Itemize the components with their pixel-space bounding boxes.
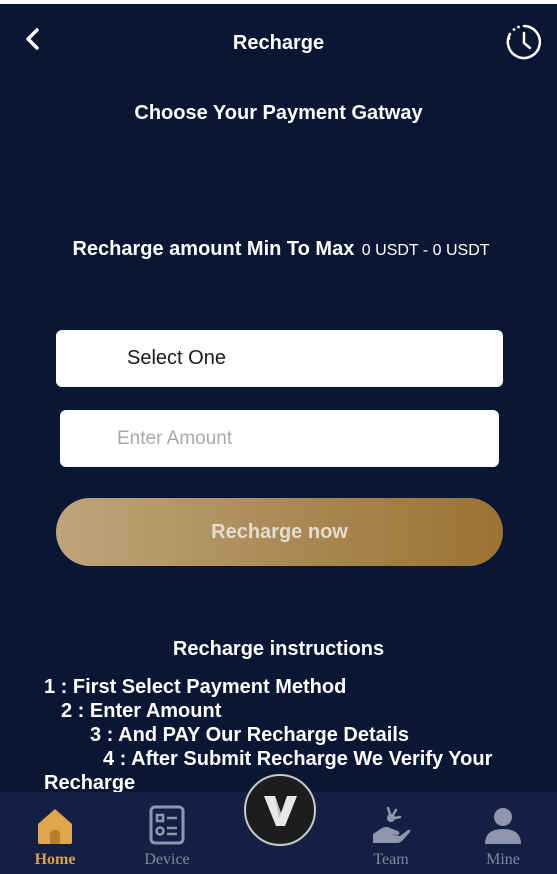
user-icon bbox=[482, 804, 524, 846]
home-icon bbox=[34, 804, 76, 846]
history-button[interactable] bbox=[504, 22, 544, 62]
nav-label: Home bbox=[34, 851, 76, 868]
history-clock-icon bbox=[506, 24, 542, 60]
gateway-heading: Choose Your Payment Gatway bbox=[134, 102, 423, 124]
instruction-step: 1 : First Select Payment Method bbox=[44, 676, 347, 698]
nav-label: Mine bbox=[486, 851, 520, 868]
nav-item-device[interactable]: Device bbox=[117, 792, 217, 874]
nav-item-mine[interactable]: Mine bbox=[453, 792, 553, 874]
nav-item-team[interactable]: Team bbox=[341, 792, 441, 874]
instruction-step: 3 : And PAY Our Recharge Details bbox=[90, 724, 409, 746]
nav-label: Device bbox=[144, 851, 190, 868]
amount-input[interactable] bbox=[60, 410, 499, 467]
nav-label: Team bbox=[373, 851, 409, 868]
recharge-range: Recharge amount Min To Max 0 USDT - 0 US… bbox=[0, 238, 557, 261]
center-logo-button[interactable] bbox=[244, 774, 316, 846]
instruction-step: 2 : Enter Amount bbox=[61, 700, 222, 722]
recharge-now-button[interactable]: Recharge now bbox=[56, 498, 503, 566]
page-title: Recharge bbox=[232, 32, 325, 54]
instruction-step: 4 : After Submit Recharge We Verify Your bbox=[103, 748, 493, 770]
header: Recharge bbox=[0, 4, 557, 74]
team-icon bbox=[370, 804, 412, 846]
v-logo-icon bbox=[264, 796, 297, 826]
range-label: Recharge amount Min To Max bbox=[72, 238, 355, 260]
nav-item-home[interactable]: Home bbox=[5, 792, 105, 874]
device-icon bbox=[146, 804, 188, 846]
payment-method-select[interactable]: Select One bbox=[56, 330, 503, 387]
range-values: 0 USDT - 0 USDT bbox=[361, 242, 490, 259]
instructions-title: Recharge instructions bbox=[172, 638, 385, 660]
